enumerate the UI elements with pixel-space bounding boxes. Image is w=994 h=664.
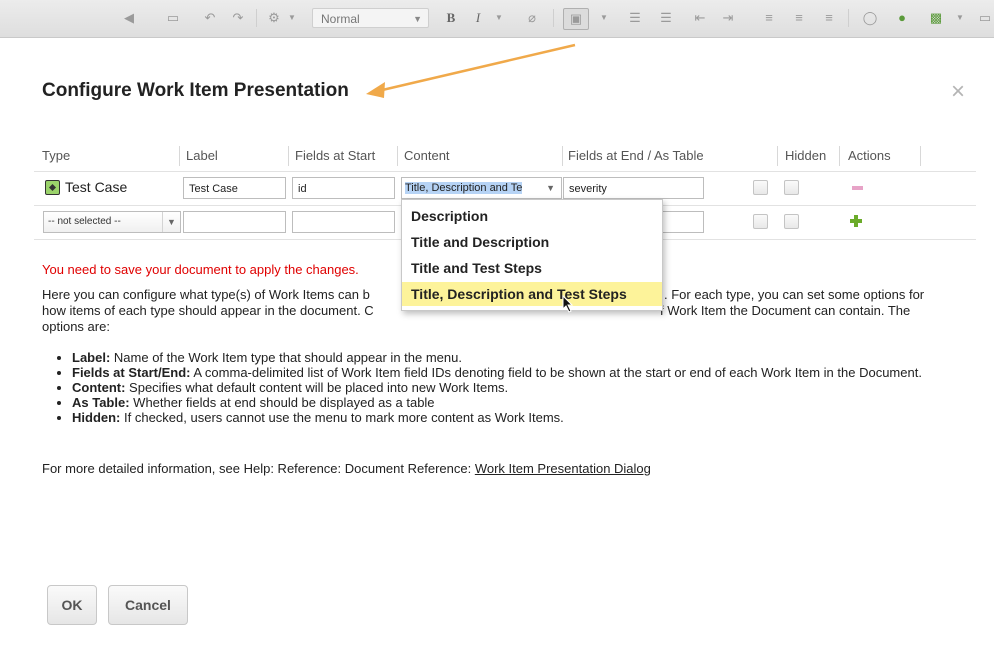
help-link[interactable]: Work Item Presentation Dialog — [475, 461, 651, 476]
bullet-text: Specifies what default content will be p… — [125, 380, 509, 395]
table-divider — [34, 171, 976, 172]
row-type-label: Test Case — [65, 179, 128, 195]
dropdown-option-selected[interactable]: Title, Description and Test Steps — [402, 282, 662, 306]
hidden-checkbox[interactable] — [784, 214, 799, 229]
dialog-title: Configure Work Item Presentation — [42, 80, 349, 101]
as-table-checkbox[interactable] — [753, 214, 768, 229]
test-case-icon — [45, 180, 60, 195]
column-header-label: Label — [186, 148, 218, 163]
more-info-text: For more detailed information, see Help:… — [42, 461, 475, 476]
list-item: Fields at Start/End: A comma-delimited l… — [72, 365, 982, 380]
column-divider — [397, 146, 398, 166]
ok-button[interactable]: OK — [47, 585, 97, 625]
list-item: Content: Specifies what default content … — [72, 380, 982, 395]
as-table-checkbox[interactable] — [753, 180, 768, 195]
add-row-button[interactable] — [850, 215, 862, 227]
bullet-text: If checked, users cannot use the menu to… — [120, 410, 564, 425]
close-icon[interactable]: × — [951, 78, 965, 106]
type-select[interactable]: -- not selected -- ▼ — [43, 211, 181, 233]
remove-row-button[interactable] — [852, 186, 863, 190]
bullet-text: A comma-delimited list of Work Item fiel… — [190, 365, 922, 380]
fields-at-start-field[interactable]: id — [292, 177, 395, 199]
content-select-value: Title, Description and Te — [405, 182, 523, 194]
column-divider — [179, 146, 180, 166]
intro-line-3: options are: — [42, 319, 110, 334]
intro-line-1b: . For each type, you can set some option… — [664, 287, 925, 302]
column-header-hidden: Hidden — [785, 148, 827, 163]
list-item: As Table: Whether fields at end should b… — [72, 395, 982, 410]
type-select-value: -- not selected -- — [48, 216, 121, 227]
column-divider — [562, 146, 563, 166]
column-header-actions: Actions — [848, 148, 891, 163]
bullet-term: Content: — [72, 380, 126, 395]
column-divider — [288, 146, 289, 166]
intro-line-1a: Here you can configure what type(s) of W… — [42, 287, 370, 302]
chevron-down-icon: ▼ — [546, 183, 555, 193]
label-field[interactable] — [183, 211, 286, 233]
dropdown-option[interactable]: Title and Description — [402, 230, 662, 254]
column-divider — [839, 146, 840, 166]
save-warning: You need to save your document to apply … — [42, 262, 359, 277]
mouse-cursor-icon — [562, 295, 574, 313]
content-dropdown-list: Description Title and Description Title … — [401, 199, 663, 311]
list-item: Label: Name of the Work Item type that s… — [72, 350, 982, 365]
intro-line-2b: f Work Item the Document can contain. Th… — [660, 303, 911, 318]
options-list: Label: Name of the Work Item type that s… — [58, 350, 982, 425]
bullet-term: Label: — [72, 350, 111, 365]
column-header-fields-at-start: Fields at Start — [295, 148, 376, 163]
column-divider — [777, 146, 778, 166]
bullet-text: Whether fields at end should be displaye… — [129, 395, 435, 410]
bullet-term: Hidden: — [72, 410, 121, 425]
label-field[interactable]: Test Case — [183, 177, 286, 199]
chevron-down-icon: ▼ — [162, 212, 180, 232]
cancel-button[interactable]: Cancel — [108, 585, 188, 625]
fields-at-start-field[interactable] — [292, 211, 395, 233]
column-divider — [920, 146, 921, 166]
list-item: Hidden: If checked, users cannot use the… — [72, 410, 982, 425]
dropdown-option[interactable]: Title and Test Steps — [402, 256, 662, 280]
column-header-fields-at-end: Fields at End / As Table — [568, 148, 704, 163]
dropdown-option[interactable]: Description — [402, 204, 662, 228]
bullet-term: As Table: — [72, 395, 130, 410]
more-info: For more detailed information, see Help:… — [42, 461, 651, 477]
bullet-text: Name of the Work Item type that should a… — [110, 350, 462, 365]
column-header-content: Content — [404, 148, 450, 163]
column-header-type: Type — [42, 148, 71, 163]
intro-line-2a: how items of each type should appear in … — [42, 303, 374, 318]
hidden-checkbox[interactable] — [784, 180, 799, 195]
bullet-term: Fields at Start/End: — [72, 365, 191, 380]
content-select[interactable]: Title, Description and Te ▼ — [401, 177, 562, 199]
fields-at-end-field[interactable]: severity — [563, 177, 704, 199]
